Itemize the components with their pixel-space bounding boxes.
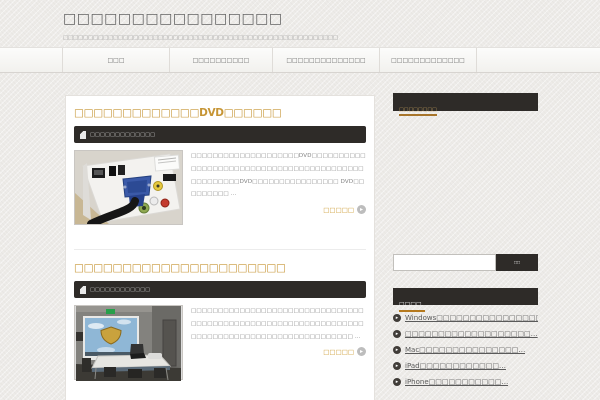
- article-1: □□□□□□□□□□□□□DVD□□□□□□ □□□□□□□□□□□□□ □□□…: [74, 107, 366, 225]
- article-1-excerpt: □□□□□□□□□□□□□□□□□□□□DVD□□□□□□□□□□□□□□□□□…: [191, 153, 366, 198]
- article-1-category-label: □□□□□□□□□□□□□: [90, 131, 156, 138]
- recent-post-link[interactable]: □□□□□□□□□□□□□□□□□□□…: [405, 330, 538, 338]
- sidebar-promo-link[interactable]: □□□□□□□□: [399, 107, 437, 116]
- recent-post-item-iphone[interactable]: ▸ iPhone□□□□□□□□□□□…: [393, 378, 538, 386]
- meeting-room-projection-image: [76, 306, 181, 381]
- recent-post-link[interactable]: iPhone□□□□□□□□□□□…: [405, 378, 508, 386]
- article-separator: [74, 249, 366, 250]
- recent-post-item-ipad[interactable]: ▸ iPad□□□□□□□□□□□□…: [393, 362, 538, 370]
- article-1-title[interactable]: □□□□□□□□□□□□□DVD□□□□□□: [74, 107, 366, 119]
- article-1-thumbnail-projector-rear[interactable]: [74, 150, 183, 225]
- article-1-read-more[interactable]: □□□□□ ▸: [191, 205, 366, 214]
- search-input[interactable]: [393, 254, 496, 271]
- sidebar: □□□□□□□□ □□ □□□□ ▸ Windows□□□□□□□□□□□□□□…: [393, 0, 538, 400]
- article-2-read-more[interactable]: □□□□□ ▸: [191, 347, 366, 357]
- article-2-title[interactable]: □□□□□□□□□□□□□□□□□□□□□□: [74, 262, 366, 274]
- search-widget: □□: [393, 254, 538, 271]
- article-1-category-bar[interactable]: □□□□□□□□□□□□□: [74, 126, 366, 143]
- article-2-excerpt: □□□□□□□□□□□□□□□□□□□□□□□□□□□□□□□□□□□□□□□□…: [191, 308, 364, 340]
- arrow-bullet-icon: ▸: [393, 314, 401, 322]
- file-icon: [80, 130, 86, 139]
- file-icon: [80, 285, 86, 294]
- arrow-bullet-icon: ▸: [393, 346, 401, 354]
- recent-post-item-windows[interactable]: ▸ Windows□□□□□□□□□□□□□□□□□…: [393, 314, 538, 322]
- recent-post-link[interactable]: Windows□□□□□□□□□□□□□□□□□…: [405, 314, 538, 322]
- arrow-bullet-icon: ▸: [393, 362, 401, 370]
- nav-spacer: [0, 48, 63, 72]
- nav-item-3[interactable]: □□□□□□□□□□□□□□: [273, 48, 380, 72]
- recent-posts-header: □□□□: [393, 288, 538, 312]
- recent-posts-title: □□□□: [399, 301, 425, 312]
- nav-item-home[interactable]: □□□: [63, 48, 170, 72]
- article-2-category-label: □□□□□□□□□□□□: [90, 286, 151, 293]
- recent-post-item-mac[interactable]: ▸ Mac□□□□□□□□□□□□□□□…: [393, 346, 538, 354]
- recent-posts-list: ▸ Windows□□□□□□□□□□□□□□□□□… ▸ □□□□□□□□□□…: [393, 314, 538, 394]
- read-more-arrow-icon: ▸: [357, 347, 366, 357]
- arrow-bullet-icon: ▸: [393, 378, 401, 386]
- nav-item-2[interactable]: □□□□□□□□□□: [170, 48, 273, 72]
- recent-post-item-2[interactable]: ▸ □□□□□□□□□□□□□□□□□□□…: [393, 330, 538, 338]
- read-more-label: □□□□□: [323, 205, 354, 214]
- site-tagline: □□□□□□□□□□□□□□□□□□□□□□□□□□□□□□□□□□□□□□□□…: [63, 35, 338, 41]
- sidebar-promo-box[interactable]: □□□□□□□□: [393, 93, 538, 116]
- main-content: □□□□□□□□□□□□□DVD□□□□□□ □□□□□□□□□□□□□ □□□…: [65, 95, 375, 400]
- site-title[interactable]: □□□□□□□□□□□□□□□□: [63, 11, 283, 27]
- arrow-bullet-icon: ▸: [393, 330, 401, 338]
- article-2-thumbnail-meeting-room[interactable]: [74, 305, 183, 381]
- projector-rear-panel-image: [75, 151, 182, 224]
- recent-post-link[interactable]: iPad□□□□□□□□□□□□…: [405, 362, 506, 370]
- read-more-arrow-icon: ▸: [357, 205, 366, 214]
- recent-post-link[interactable]: Mac□□□□□□□□□□□□□□□…: [405, 346, 525, 354]
- read-more-label: □□□□□: [323, 347, 354, 356]
- article-2: □□□□□□□□□□□□□□□□□□□□□□ □□□□□□□□□□□□ □□□□…: [74, 262, 366, 381]
- search-button[interactable]: □□: [496, 254, 538, 271]
- article-2-category-bar[interactable]: □□□□□□□□□□□□: [74, 281, 366, 298]
